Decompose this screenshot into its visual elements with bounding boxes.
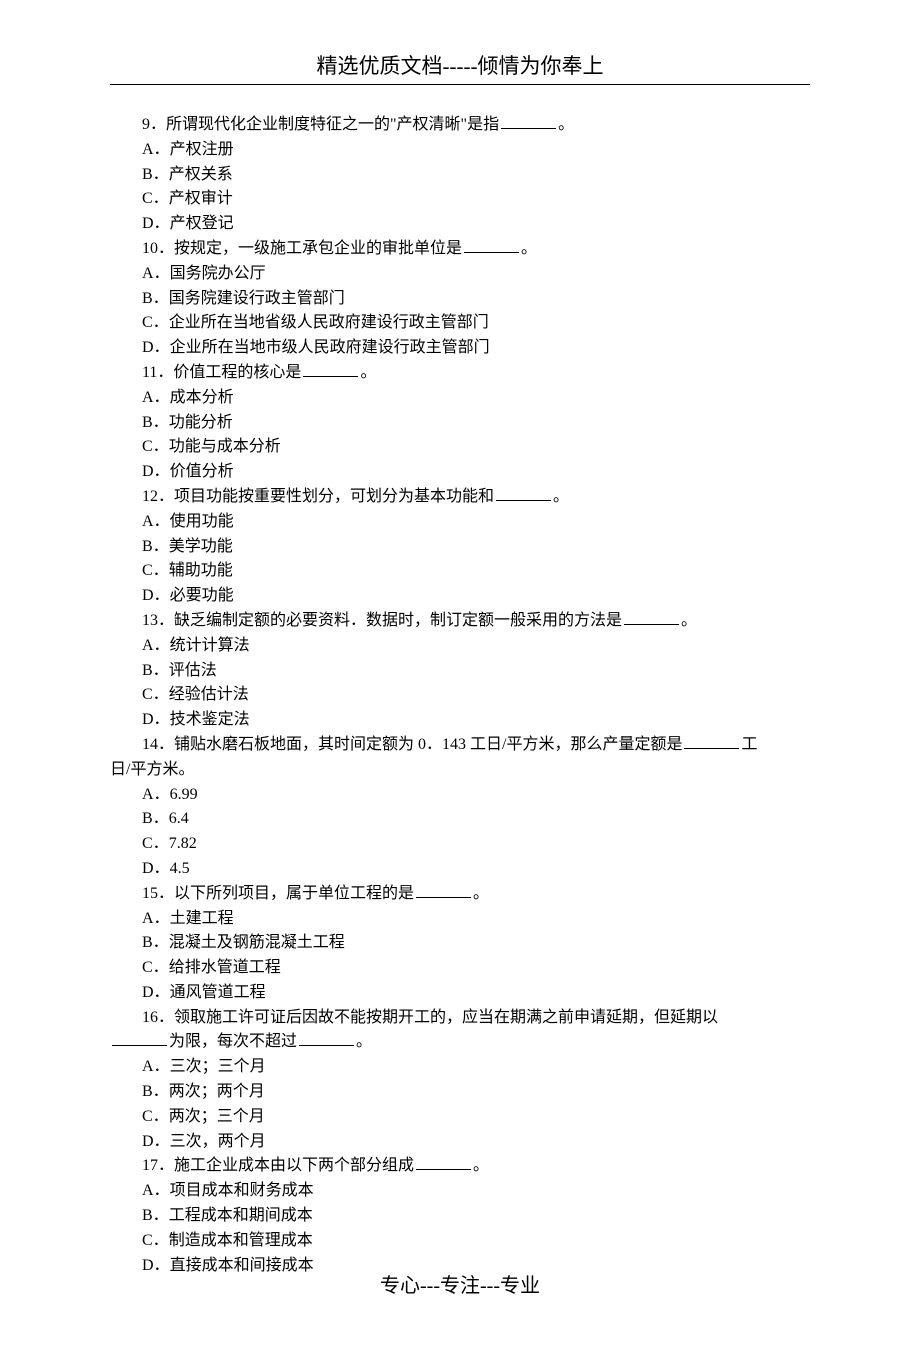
option-b: B．产权关系	[110, 163, 810, 188]
blank	[501, 114, 556, 129]
question-17: 17．施工企业成本由以下两个部分组成 。	[110, 1154, 810, 1179]
q-num: 17．	[142, 1157, 174, 1174]
option-c: C．企业所在当地省级人民政府建设行政主管部门	[110, 311, 810, 336]
q-text: 按规定，一级施工承包企业的审批单位是	[174, 240, 462, 257]
question-9: 9．所谓现代化企业制度特征之一的"产权清晰"是指 。	[110, 113, 810, 138]
page-footer: 专心---专注---专业	[0, 1269, 920, 1298]
q-text: 所谓现代化企业制度特征之一的"产权清晰"是指	[166, 116, 499, 133]
q-num: 14．	[142, 736, 174, 753]
q-text: 铺贴水磨石板地面，其时间定额为 0．143 工日/平方米，那么产量定额是	[174, 736, 682, 753]
option-b: B．6.4	[110, 807, 810, 832]
q-tail: 。	[473, 885, 489, 902]
blank	[624, 610, 679, 625]
option-c: C．经验估计法	[110, 683, 810, 708]
blank	[416, 883, 471, 898]
question-15: 15．以下所列项目，属于单位工程的是 。	[110, 882, 810, 907]
option-d: D．三次，两个月	[110, 1130, 810, 1155]
blank	[303, 362, 358, 377]
q-num: 11．	[142, 364, 173, 381]
q-num: 15．	[142, 885, 174, 902]
blank	[684, 734, 739, 749]
option-d: D．价值分析	[110, 460, 810, 485]
option-a: A．6.99	[110, 783, 810, 808]
q-text: 缺乏编制定额的必要资料．数据时，制订定额一般采用的方法是	[174, 612, 622, 629]
option-a: A．统计计算法	[110, 634, 810, 659]
q-tail: 工	[741, 736, 757, 753]
question-14-line2: 日/平方米。	[110, 758, 810, 783]
option-b: B．评估法	[110, 659, 810, 684]
option-b: B．混凝土及钢筋混凝土工程	[110, 931, 810, 956]
option-b: B．工程成本和期间成本	[110, 1204, 810, 1229]
option-a: A．成本分析	[110, 386, 810, 411]
option-b: B．美学功能	[110, 535, 810, 560]
option-c: C．产权审计	[110, 187, 810, 212]
blank	[416, 1156, 471, 1171]
q-num: 9．	[142, 116, 166, 133]
q-num: 13．	[142, 612, 174, 629]
option-a: A．产权注册	[110, 138, 810, 163]
q-text: 领取施工许可证后因故不能按期开工的，应当在期满之前申请延期，但延期以	[174, 1009, 718, 1026]
option-c: C．制造成本和管理成本	[110, 1229, 810, 1254]
blank	[464, 238, 519, 253]
q-tail: 。	[360, 364, 376, 381]
option-d: D．必要功能	[110, 584, 810, 609]
q-num: 12．	[142, 488, 174, 505]
option-c: C．功能与成本分析	[110, 435, 810, 460]
option-c: C．两次；三个月	[110, 1105, 810, 1130]
question-16-line2: 为限，每次不超过。	[110, 1030, 810, 1055]
q-tail: 。	[558, 116, 574, 133]
question-14-line1: 14．铺贴水磨石板地面，其时间定额为 0．143 工日/平方米，那么产量定额是 工	[110, 733, 810, 758]
option-a: A．三次；三个月	[110, 1055, 810, 1080]
option-a: A．国务院办公厅	[110, 262, 810, 287]
option-c: C．7.82	[110, 832, 810, 857]
question-12: 12．项目功能按重要性划分，可划分为基本功能和 。	[110, 485, 810, 510]
option-b: B．国务院建设行政主管部门	[110, 287, 810, 312]
option-a: A．土建工程	[110, 907, 810, 932]
q-tail: 。	[681, 612, 697, 629]
document-content: 9．所谓现代化企业制度特征之一的"产权清晰"是指。 A．产权注册 B．产权关系 …	[110, 113, 810, 1278]
blank	[112, 1032, 167, 1047]
question-11: 11．价值工程的核心是 。	[110, 361, 810, 386]
option-a: A．项目成本和财务成本	[110, 1179, 810, 1204]
option-c: C．给排水管道工程	[110, 956, 810, 981]
q-text: 以下所列项目，属于单位工程的是	[174, 885, 414, 902]
q-text: 项目功能按重要性划分，可划分为基本功能和	[174, 488, 494, 505]
option-c: C．辅助功能	[110, 559, 810, 584]
blank	[496, 486, 551, 501]
question-16-line1: 16．领取施工许可证后因故不能按期开工的，应当在期满之前申请延期，但延期以	[110, 1006, 810, 1031]
option-a: A．使用功能	[110, 510, 810, 535]
header-rule	[110, 84, 810, 85]
page-header: 精选优质文档-----倾情为你奉上	[110, 50, 810, 80]
q-text: 价值工程的核心是	[173, 364, 301, 381]
option-d: D．产权登记	[110, 212, 810, 237]
q-num: 16．	[142, 1009, 174, 1026]
option-b: B．两次；两个月	[110, 1080, 810, 1105]
question-10: 10．按规定，一级施工承包企业的审批单位是 。	[110, 237, 810, 262]
q-num: 10．	[142, 240, 174, 257]
option-d: D．技术鉴定法	[110, 708, 810, 733]
question-13: 13．缺乏编制定额的必要资料．数据时，制订定额一般采用的方法是 。	[110, 609, 810, 634]
option-d: D．4.5	[110, 857, 810, 882]
option-d: D．通风管道工程	[110, 981, 810, 1006]
q-tail: 。	[553, 488, 569, 505]
option-b: B．功能分析	[110, 411, 810, 436]
option-d: D．企业所在当地市级人民政府建设行政主管部门	[110, 336, 810, 361]
q-tail: 。	[521, 240, 537, 257]
blank	[299, 1032, 354, 1047]
q-tail: 。	[473, 1157, 489, 1174]
q-text: 施工企业成本由以下两个部分组成	[174, 1157, 414, 1174]
